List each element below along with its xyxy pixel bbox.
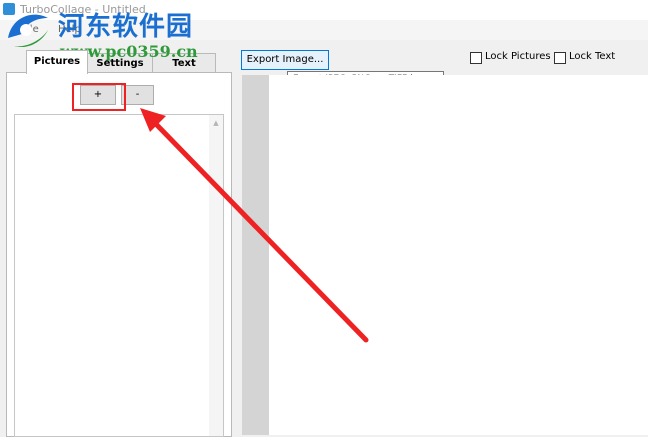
lock-text-label[interactable]: Lock Text xyxy=(569,51,615,62)
menu-bar: File Help xyxy=(0,20,648,40)
highlight-box xyxy=(72,83,126,111)
list-scrollbar[interactable]: ▲ xyxy=(209,115,223,436)
lock-pictures-option[interactable]: Lock Pictures xyxy=(470,51,551,65)
menu-file[interactable]: File xyxy=(22,24,39,35)
collage-canvas[interactable] xyxy=(269,75,648,435)
canvas-area xyxy=(242,75,648,435)
lock-pictures-checkbox[interactable] xyxy=(470,52,482,64)
window-title: TurboCollage - Untitled xyxy=(20,3,146,16)
tab-bar: Pictures Settings Text xyxy=(6,50,232,74)
menu-help[interactable]: Help xyxy=(58,24,81,35)
scroll-up-icon[interactable]: ▲ xyxy=(211,119,221,127)
lock-text-checkbox[interactable] xyxy=(554,52,566,64)
tab-pictures[interactable]: Pictures xyxy=(26,50,88,74)
pictures-list[interactable]: ▲ xyxy=(14,114,224,437)
export-image-button[interactable]: Export Image... xyxy=(241,50,329,70)
lock-text-option[interactable]: Lock Text xyxy=(554,51,634,65)
title-bar: TurboCollage - Untitled xyxy=(0,0,648,20)
app-icon xyxy=(3,3,15,15)
tab-text[interactable]: Text xyxy=(152,53,216,73)
tab-settings[interactable]: Settings xyxy=(84,53,156,73)
lock-pictures-label[interactable]: Lock Pictures xyxy=(485,51,551,62)
